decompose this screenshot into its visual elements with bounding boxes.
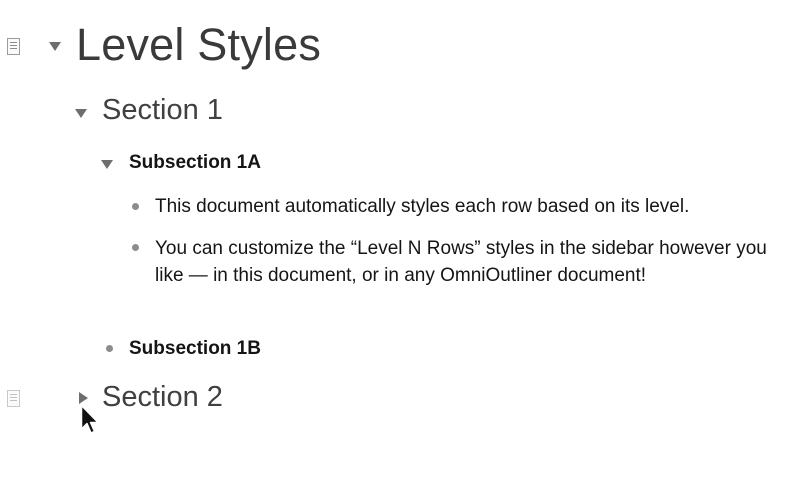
note-icon[interactable] [7, 390, 20, 407]
bullet-icon [132, 203, 139, 210]
bullet-icon [132, 244, 139, 251]
note-icon[interactable] [7, 38, 20, 55]
disclosure-triangle-right-icon[interactable] [79, 392, 88, 404]
section-1-label[interactable]: Section 1 [102, 94, 223, 127]
mouse-pointer-icon [80, 404, 99, 434]
subsection-1a-label[interactable]: Subsection 1A [129, 152, 261, 174]
disclosure-triangle-down-icon[interactable] [75, 109, 87, 118]
bullet-icon [106, 345, 113, 352]
disclosure-triangle-down-icon[interactable] [101, 160, 113, 169]
outline-title[interactable]: Level Styles [76, 19, 321, 71]
row-text[interactable]: This document automatically styles each … [155, 193, 795, 220]
row-text[interactable]: You can customize the “Level N Rows” sty… [155, 235, 770, 289]
disclosure-triangle-down-icon[interactable] [49, 42, 61, 51]
section-2-label[interactable]: Section 2 [102, 381, 223, 414]
subsection-1b-label[interactable]: Subsection 1B [129, 338, 261, 360]
